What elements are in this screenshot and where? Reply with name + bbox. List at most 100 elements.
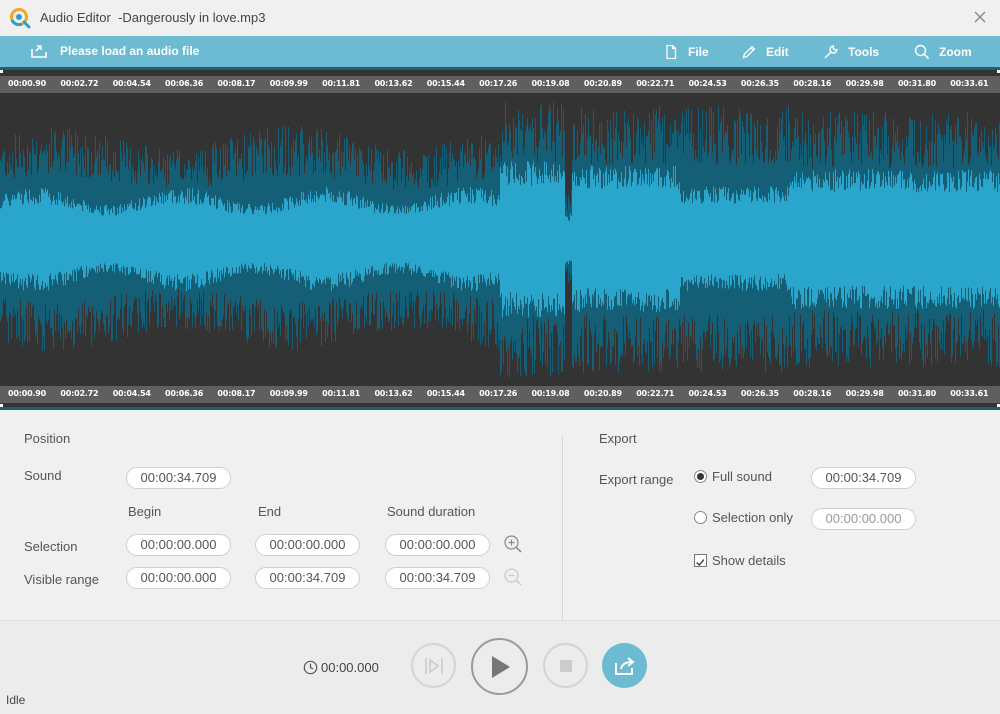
menu-tools[interactable]: Tools (823, 42, 879, 62)
window-title: Audio Editor -Dangerously in love.mp3 (40, 10, 265, 25)
timeline-tick: 00:28.16 (793, 389, 832, 398)
pencil-icon (742, 45, 756, 59)
timeline-tick: 00:13.62 (374, 79, 413, 88)
show-details-checkbox[interactable] (694, 554, 707, 567)
full-sound-label[interactable]: Full sound (712, 469, 772, 484)
timeline-tick: 00:31.80 (897, 79, 936, 88)
play-button[interactable] (471, 638, 528, 695)
title-bar: Audio Editor -Dangerously in love.mp3 (0, 0, 1000, 36)
timeline-tick: 00:19.08 (531, 389, 570, 398)
wrench-icon (824, 45, 838, 59)
load-file-icon[interactable] (30, 43, 48, 59)
export-title: Export (599, 431, 637, 446)
timeline-tick: 00:29.98 (845, 79, 884, 88)
timeline-tick: 00:24.53 (688, 79, 727, 88)
timeline-tick: 00:26.35 (740, 79, 779, 88)
timeline-tick: 00:22.71 (636, 79, 675, 88)
timeline-tick: 00:17.26 (479, 79, 518, 88)
playback-time: 00:00.000 (321, 660, 379, 675)
selection-end-field[interactable]: 00:00:00.000 (255, 534, 360, 556)
selection-only-label[interactable]: Selection only (712, 510, 793, 525)
clock-icon (303, 660, 318, 675)
menu-file-label: File (688, 45, 709, 59)
timeline-tick: 00:17.26 (479, 389, 518, 398)
selection-handle-bottom-left[interactable] (0, 404, 3, 407)
timeline-tick: 00:33.61 (950, 389, 989, 398)
timeline-tick: 00:06.36 (165, 389, 204, 398)
selection-handle-top-left[interactable] (0, 70, 3, 73)
checkmark-icon (696, 559, 705, 566)
timeline-tick: 00:04.54 (112, 389, 151, 398)
visible-begin-field[interactable]: 00:00:00.000 (126, 567, 231, 589)
play-icon (491, 655, 510, 678)
sound-label: Sound (24, 468, 62, 483)
export-icon (614, 656, 635, 675)
sound-length-field[interactable]: 00:00:34.709 (126, 467, 231, 489)
magnifier-icon (914, 44, 930, 60)
toolbar: Please load an audio file File Edit Tool… (0, 36, 1000, 67)
status-text: Idle (6, 693, 26, 707)
menu-zoom[interactable]: Zoom (914, 42, 972, 62)
menu-file[interactable]: File (663, 42, 709, 62)
begin-column-label: Begin (128, 504, 162, 519)
timeline-tick: 00:00.90 (8, 79, 47, 88)
selection-only-radio[interactable] (694, 511, 707, 524)
menu-edit[interactable]: Edit (741, 42, 789, 62)
timeline-tick: 00:08.17 (217, 389, 256, 398)
waveform-panel[interactable]: 00:00.90 00:02.72 00:04.54 00:06.36 00:08.17… (0, 67, 1000, 410)
full-sound-radio[interactable] (694, 470, 707, 483)
timeline-ruler-bottom[interactable]: 00:00.90 00:02.72 00:04.54 00:06.36 00:08.17… (0, 386, 1000, 403)
selection-only-field[interactable]: 00:00:00.000 (811, 508, 916, 530)
timeline-tick: 00:15.44 (426, 389, 465, 398)
menu-tools-label: Tools (848, 45, 880, 59)
visible-end-field[interactable]: 00:00:34.709 (255, 567, 360, 589)
app-name: Audio Editor (40, 10, 111, 25)
timeline-ruler-top[interactable]: 00:00.90 00:02.72 00:04.54 00:06.36 00:08.17… (0, 76, 1000, 93)
visible-range-label: Visible range (24, 572, 99, 587)
file-icon (666, 44, 677, 60)
show-details-label[interactable]: Show details (712, 553, 786, 568)
timeline-tick: 00:20.89 (583, 79, 622, 88)
timeline-tick: 00:13.62 (374, 389, 413, 398)
selection-duration-field[interactable]: 00:00:00.000 (385, 534, 490, 556)
file-title: -Dangerously in love.mp3 (118, 10, 266, 25)
timeline-tick: 00:11.81 (322, 79, 361, 88)
zoom-in-icon[interactable] (503, 534, 523, 554)
timeline-tick: 00:11.81 (322, 389, 361, 398)
menu-zoom-label: Zoom (939, 45, 972, 59)
play-selection-button[interactable] (411, 643, 456, 688)
stop-button[interactable] (543, 643, 588, 688)
section-divider (562, 436, 563, 620)
waveform[interactable] (0, 93, 1000, 386)
selection-label: Selection (24, 539, 78, 554)
menu-edit-label: Edit (766, 45, 789, 59)
timeline-tick: 00:28.16 (793, 79, 832, 88)
timeline-tick: 00:06.36 (165, 79, 204, 88)
timeline-tick: 00:09.99 (269, 389, 308, 398)
timeline-tick: 00:08.17 (217, 79, 256, 88)
play-selection-icon (424, 657, 443, 674)
timeline-tick: 00:20.89 (583, 389, 622, 398)
end-column-label: End (258, 504, 282, 519)
timeline-tick: 00:24.53 (688, 389, 727, 398)
export-button[interactable] (602, 643, 647, 688)
app-logo-icon (10, 8, 31, 29)
timeline-tick: 00:26.35 (740, 389, 779, 398)
load-audio-label[interactable]: Please load an audio file (60, 44, 199, 58)
timeline-tick: 00:22.71 (636, 389, 675, 398)
position-title: Position (24, 431, 71, 446)
duration-column-label: Sound duration (387, 504, 476, 519)
timeline-tick: 00:33.61 (950, 79, 989, 88)
timeline-tick: 00:02.72 (60, 79, 99, 88)
timeline-tick: 00:15.44 (426, 79, 465, 88)
stop-icon (559, 659, 572, 672)
selection-begin-field[interactable]: 00:00:00.000 (126, 534, 231, 556)
full-sound-field[interactable]: 00:00:34.709 (811, 467, 916, 489)
timeline-tick: 00:19.08 (531, 79, 570, 88)
timeline-tick: 00:31.80 (897, 389, 936, 398)
visible-duration-field[interactable]: 00:00:34.709 (385, 567, 490, 589)
timeline-tick: 00:09.99 (269, 79, 308, 88)
close-icon[interactable] (972, 9, 988, 25)
zoom-out-icon[interactable] (503, 567, 523, 587)
timeline-tick: 00:29.98 (845, 389, 884, 398)
